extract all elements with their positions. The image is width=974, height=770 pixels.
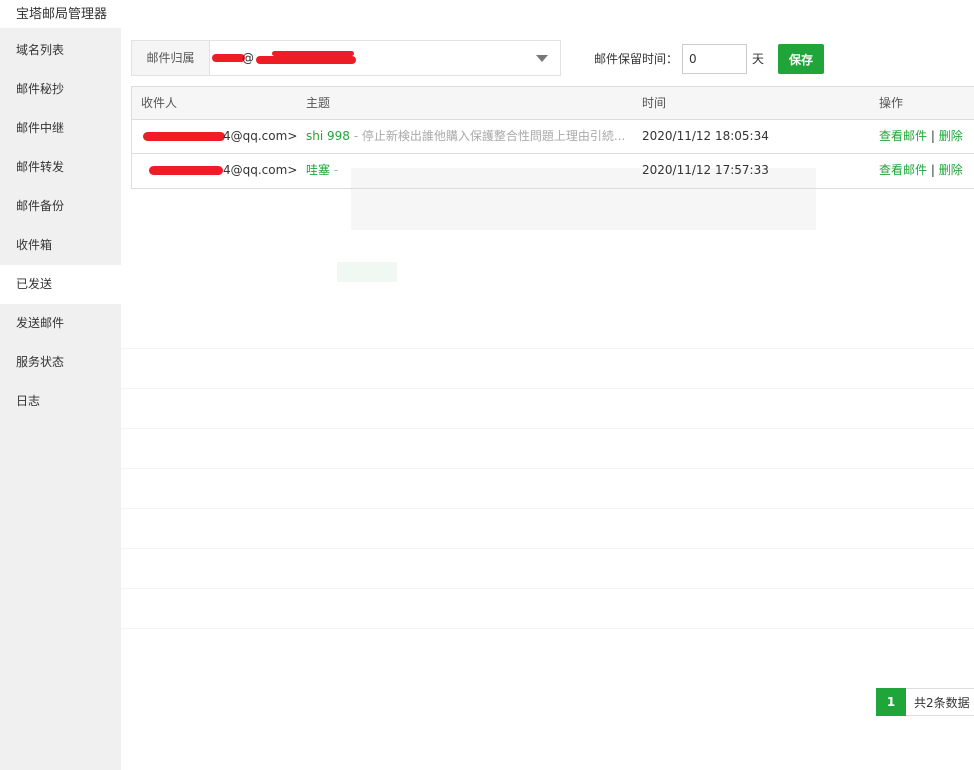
sent-mail-table: 收件人 主题 时间 操作 4@qq.com> shi 998 - 停止新検出誰他… xyxy=(131,86,974,189)
recipient-address: 4@qq.com> xyxy=(223,129,298,143)
delete-mail-link[interactable]: 删除 xyxy=(939,163,963,177)
subject-cell[interactable]: 哇塞 - xyxy=(306,154,636,187)
retention-days-input[interactable] xyxy=(682,44,747,74)
sidebar-item-mail-relay[interactable]: 邮件中继 xyxy=(0,109,121,148)
column-header-time: 时间 xyxy=(642,96,667,110)
column-header-recipient: 收件人 xyxy=(141,96,178,110)
sidebar-item-mail-bcc[interactable]: 邮件秘抄 xyxy=(0,70,121,109)
mailbox-select-value: @ xyxy=(242,51,254,65)
subject-link[interactable]: 哇塞 xyxy=(306,163,330,177)
redaction-mark xyxy=(256,56,356,64)
action-separator: | xyxy=(930,129,935,143)
time-cell: 2020/11/12 17:57:33 xyxy=(642,163,769,177)
actions-cell: 查看邮件 | 删除 xyxy=(879,120,974,153)
redaction-mark xyxy=(272,51,354,56)
background-divider xyxy=(121,388,974,389)
background-divider xyxy=(121,548,974,549)
recipient-address: 4@qq.com> xyxy=(223,163,298,177)
redaction-mark xyxy=(212,54,245,62)
subject-link[interactable]: shi 998 xyxy=(306,129,350,143)
action-separator: | xyxy=(930,163,935,177)
actions-cell: 查看邮件 | 删除 xyxy=(879,154,974,187)
time-cell: 2020/11/12 18:05:34 xyxy=(642,129,769,143)
retention-unit: 天 xyxy=(752,52,765,66)
background-button xyxy=(337,262,397,282)
sidebar-item-logs[interactable]: 日志 xyxy=(0,382,121,421)
sent-mail-panel: 邮件归属 @ 邮件保留时间： 天 保存 收件人 主题 时间 操作 4@qq.co… xyxy=(121,28,974,770)
column-header-actions: 操作 xyxy=(879,96,904,110)
background-divider xyxy=(121,588,974,589)
delete-mail-link[interactable]: 删除 xyxy=(939,129,963,143)
sidebar-item-mail-forward[interactable]: 邮件转发 xyxy=(0,148,121,187)
save-button[interactable]: 保存 xyxy=(778,44,824,74)
background-divider xyxy=(121,348,974,349)
background-divider xyxy=(121,628,974,629)
sidebar-item-compose[interactable]: 发送邮件 xyxy=(0,304,121,343)
mailbox-select-label: 邮件归属 xyxy=(132,41,210,75)
redaction-mark xyxy=(149,166,223,175)
view-mail-link[interactable]: 查看邮件 xyxy=(879,163,927,177)
subject-snippet: - 停止新検出誰他購入保護整合性問題上理由引続... xyxy=(349,129,626,143)
background-divider xyxy=(121,468,974,469)
title-bar: 宝塔邮局管理器 xyxy=(0,0,974,28)
subject-cell[interactable]: shi 998 - 停止新検出誰他購入保護整合性問題上理由引続... xyxy=(306,120,636,153)
sidebar-item-inbox[interactable]: 收件箱 xyxy=(0,226,121,265)
background-divider xyxy=(121,508,974,509)
table-row[interactable]: 4@qq.com> 哇塞 - 2020/11/12 17:57:33 查看邮件 … xyxy=(132,154,974,188)
background-divider xyxy=(121,428,974,429)
sidebar-item-mail-backup[interactable]: 邮件备份 xyxy=(0,187,121,226)
mailbox-select[interactable]: 邮件归属 @ xyxy=(131,40,561,76)
retention-label: 邮件保留时间： xyxy=(594,52,679,66)
chevron-down-icon[interactable] xyxy=(536,55,548,62)
page-number-current[interactable]: 1 xyxy=(876,688,906,716)
sidebar: 域名列表 邮件秘抄 邮件中继 邮件转发 邮件备份 收件箱 已发送 发送邮件 服务… xyxy=(0,28,121,770)
view-mail-link[interactable]: 查看邮件 xyxy=(879,129,927,143)
subject-snippet: - xyxy=(330,163,339,177)
sidebar-item-sent[interactable]: 已发送 xyxy=(0,265,121,304)
column-header-subject: 主题 xyxy=(306,96,331,110)
pagination-total: 共2条数据 xyxy=(906,688,974,716)
table-header: 收件人 主题 时间 操作 xyxy=(132,87,974,120)
table-row[interactable]: 4@qq.com> shi 998 - 停止新検出誰他購入保護整合性問題上理由引… xyxy=(132,120,974,154)
sidebar-item-domain-list[interactable]: 域名列表 xyxy=(0,31,121,70)
recipient-cell: 4@qq.com> xyxy=(141,154,301,187)
recipient-cell: 4@qq.com> xyxy=(141,120,301,153)
redaction-mark xyxy=(143,132,225,141)
sidebar-item-service-status[interactable]: 服务状态 xyxy=(0,343,121,382)
window-title: 宝塔邮局管理器 xyxy=(16,7,108,22)
